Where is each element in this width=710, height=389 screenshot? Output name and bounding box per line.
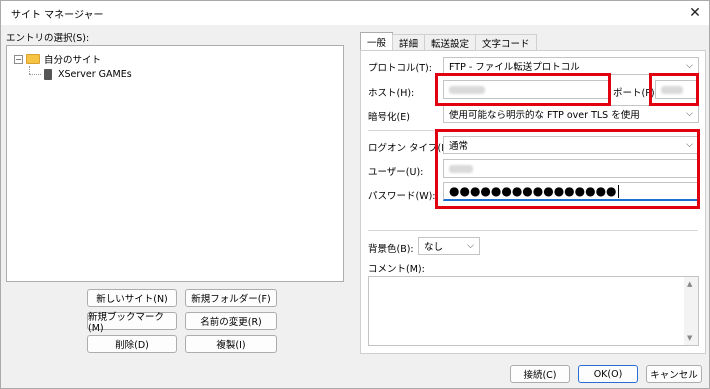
cancel-button[interactable]: キャンセル (646, 365, 702, 383)
tab-transfer-settings[interactable]: 転送設定 (424, 34, 477, 50)
tree-item-label: XServer GAMEs (58, 68, 132, 80)
scroll-down-icon[interactable]: ▼ (687, 334, 692, 342)
password-label: パスワード(W): (368, 191, 436, 202)
tree-item-xserver-games[interactable]: XServer GAMEs (44, 67, 132, 81)
comment-label: コメント(M): (368, 264, 425, 275)
tree-item-my-sites[interactable]: − 自分のサイト (14, 52, 101, 66)
site-tree[interactable]: − 自分のサイト XServer GAMEs (6, 45, 344, 282)
chevron-down-icon: ⌵ (686, 109, 693, 119)
new-site-button[interactable]: 新しいサイト(N) (87, 289, 177, 307)
server-icon (44, 68, 52, 80)
collapse-icon[interactable]: − (14, 54, 23, 64)
new-bookmark-button[interactable]: 新規ブックマーク(M) (87, 312, 177, 334)
comment-textarea[interactable]: ▲ ▼ (368, 276, 699, 346)
tab-advanced[interactable]: 詳細 (392, 34, 426, 50)
encryption-value: 使用可能なら明示的な FTP over TLS を使用 (449, 110, 640, 121)
delete-button[interactable]: 削除(D) (87, 335, 177, 353)
tab-general[interactable]: 一般 (360, 32, 394, 50)
comment-scrollbar[interactable]: ▲ ▼ (684, 277, 698, 345)
chevron-down-icon: ⌵ (686, 61, 693, 71)
highlight-host (435, 73, 611, 106)
site-manager-window: サイト マネージャー ✕ エントリの選択(S): − 自分のサイト XServe… (0, 0, 710, 389)
tree-connector (29, 66, 30, 74)
encryption-label: 暗号化(E) (368, 112, 410, 123)
close-icon[interactable]: ✕ (687, 5, 703, 21)
protocol-value: FTP - ファイル転送プロトコル (449, 62, 580, 73)
bg-color-label: 背景色(B): (368, 244, 414, 255)
tree-connector (29, 74, 41, 75)
settings-tabs: 一般 詳細 転送設定 文字コード (360, 32, 537, 50)
new-folder-button[interactable]: 新規フォルダー(F) (185, 289, 277, 307)
bg-color-value: なし (424, 242, 444, 253)
bg-color-select[interactable]: なし ⌵ (418, 237, 480, 255)
duplicate-button[interactable]: 複製(I) (185, 335, 277, 353)
rename-button[interactable]: 名前の変更(R) (185, 312, 277, 330)
tab-charset[interactable]: 文字コード (475, 34, 537, 50)
separator (368, 230, 698, 231)
general-panel: プロトコル(T): FTP - ファイル転送プロトコル ⌵ ホスト(H): ポー… (360, 50, 706, 354)
ok-button[interactable]: OK(O) (578, 365, 638, 383)
user-label: ユーザー(U): (368, 167, 424, 178)
title-bar: サイト マネージャー ✕ (1, 1, 709, 25)
chevron-down-icon: ⌵ (467, 241, 474, 251)
highlight-port (649, 73, 699, 106)
highlight-credentials (435, 129, 700, 209)
host-label: ホスト(H): (368, 88, 415, 99)
protocol-label: プロトコル(T): (368, 63, 432, 74)
scroll-up-icon[interactable]: ▲ (687, 280, 692, 288)
tree-item-label: 自分のサイト (44, 55, 102, 66)
encryption-select[interactable]: 使用可能なら明示的な FTP over TLS を使用 ⌵ (443, 105, 699, 123)
window-title: サイト マネージャー (11, 9, 104, 21)
folder-icon (26, 54, 40, 64)
tree-heading: エントリの選択(S): (6, 33, 90, 44)
connect-button[interactable]: 接続(C) (510, 365, 570, 383)
